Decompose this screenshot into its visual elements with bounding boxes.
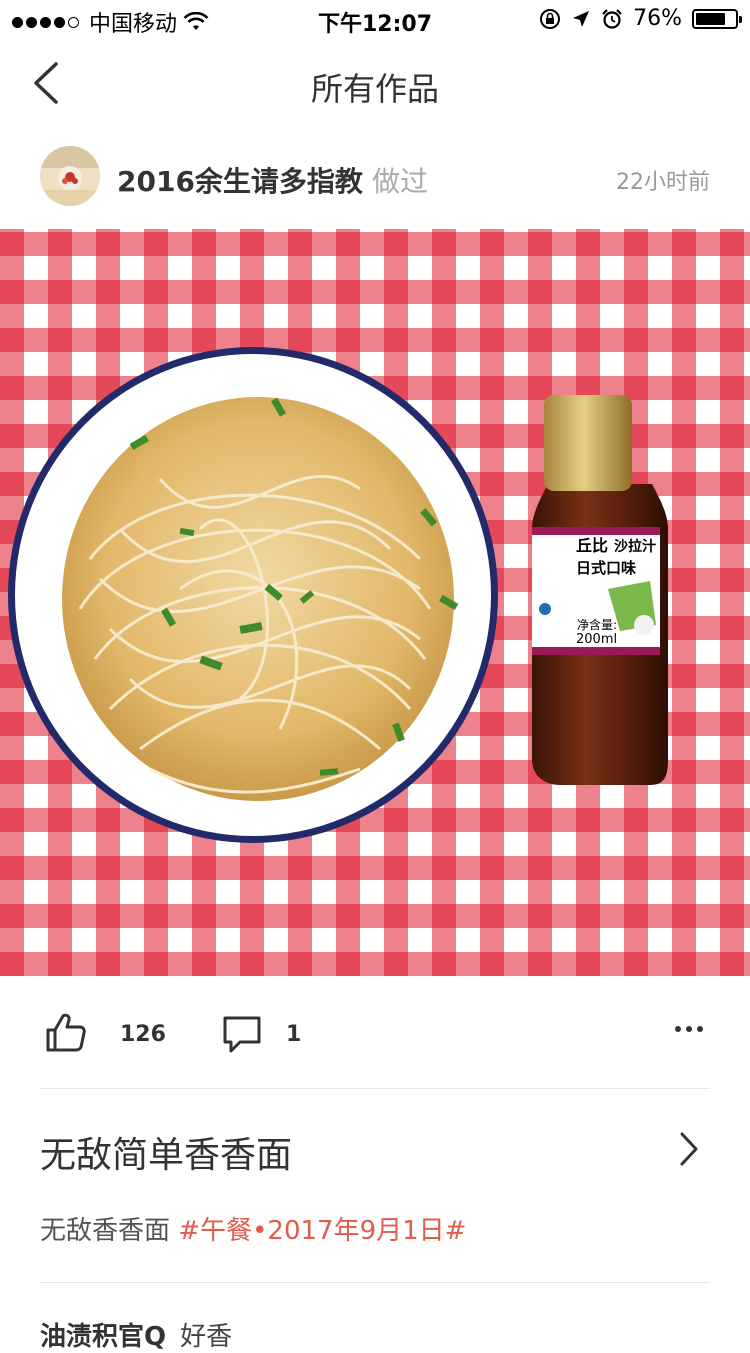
bottle-name: 沙拉汁 xyxy=(614,538,656,555)
bottle-net-value: 200ml xyxy=(576,632,617,647)
divider xyxy=(40,1282,710,1283)
more-icon[interactable] xyxy=(674,1024,704,1034)
thumbs-up-icon[interactable] xyxy=(44,1012,88,1054)
noodle-bowl xyxy=(8,347,498,843)
bottle-net-label: 净含量: xyxy=(577,617,617,632)
author-name[interactable]: 2016余生请多指教 xyxy=(117,160,363,200)
comment-preview: 油渍积官Q 好香 xyxy=(40,1316,232,1353)
status-right: 76% xyxy=(539,6,742,31)
avatar[interactable] xyxy=(40,146,100,206)
location-icon xyxy=(573,10,590,27)
like-count: 126 xyxy=(120,1022,166,1047)
comment-icon[interactable] xyxy=(220,1014,264,1056)
chevron-right-icon[interactable] xyxy=(678,1130,700,1168)
bottle-brand: 丘比 xyxy=(576,536,608,555)
description-text: 无敌香香面 xyxy=(40,1216,171,1246)
alarm-icon xyxy=(602,8,622,29)
bottle-flavor: 日式口味 xyxy=(576,559,636,577)
comment-text: 好香 xyxy=(180,1322,233,1352)
post-actions: 126 1 xyxy=(0,1000,750,1070)
nav-bar: 所有作品 xyxy=(0,44,750,124)
comment-user[interactable]: 油渍积官Q xyxy=(40,1322,166,1352)
dressing-bottle: 丘比 沙拉汁 日式口味 净含量: 200ml xyxy=(532,395,668,785)
topic-tag[interactable]: #午餐•2017年9月1日# xyxy=(178,1216,466,1246)
divider xyxy=(40,1088,710,1089)
rotation-lock-icon xyxy=(540,8,561,29)
recipe-description: 无敌香香面 #午餐•2017年9月1日# xyxy=(40,1210,466,1247)
status-bar: 中国移动 下午12:07 76% xyxy=(0,0,750,40)
action-label: 做过 xyxy=(372,165,429,198)
recipe-title[interactable]: 无敌简单香香面 xyxy=(40,1126,292,1178)
post-time: 22小时前 xyxy=(616,170,710,195)
post-author-row: 2016余生请多指教 做过 22小时前 xyxy=(0,140,750,216)
battery-percent: 76% xyxy=(633,6,682,31)
page-title: 所有作品 xyxy=(310,70,439,108)
comment-count: 1 xyxy=(286,1022,302,1047)
post-photo[interactable]: 丘比 沙拉汁 日式口味 净含量: 200ml xyxy=(0,229,750,976)
battery-icon xyxy=(692,8,742,29)
